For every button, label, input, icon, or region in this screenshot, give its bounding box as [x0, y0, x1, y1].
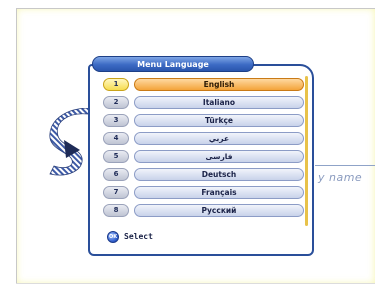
row-number: 4	[103, 132, 129, 145]
ok-button-icon: OK	[107, 231, 119, 243]
panel-title: Menu Language	[92, 56, 254, 72]
select-hint-label: Select	[124, 232, 153, 241]
language-row-english[interactable]: 1 English	[103, 78, 305, 91]
language-row-russian[interactable]: 8 Русский	[103, 204, 305, 217]
language-label: Deutsch	[134, 168, 304, 181]
row-number: 8	[103, 204, 129, 217]
language-label: Italiano	[134, 96, 304, 109]
frame-edge	[16, 8, 17, 284]
language-label: Türkçe	[134, 114, 304, 127]
language-row-turkce[interactable]: 3 Türkçe	[103, 114, 305, 127]
row-number: 1	[103, 78, 129, 91]
background-tagline: y name	[318, 171, 363, 184]
language-label: Français	[134, 186, 304, 199]
language-row-francais[interactable]: 7 Français	[103, 186, 305, 199]
frame-edge	[16, 8, 375, 9]
language-row-deutsch[interactable]: 6 Deutsch	[103, 168, 305, 181]
language-label: عربي	[134, 132, 304, 145]
language-label: فارسی	[134, 150, 304, 163]
language-label: English	[134, 78, 304, 91]
language-row-arabic[interactable]: 4 عربي	[103, 132, 305, 145]
list-scrollbar[interactable]	[305, 76, 308, 226]
background-line	[315, 165, 375, 166]
row-number: 5	[103, 150, 129, 163]
frame-edge	[16, 283, 375, 284]
tv-screen: y name Menu Language 1 English 2 Italian…	[0, 0, 375, 292]
row-number: 6	[103, 168, 129, 181]
language-row-italiano[interactable]: 2 Italiano	[103, 96, 305, 109]
row-number: 7	[103, 186, 129, 199]
row-number: 3	[103, 114, 129, 127]
row-number: 2	[103, 96, 129, 109]
language-label: Русский	[134, 204, 304, 217]
language-row-farsi[interactable]: 5 فارسی	[103, 150, 305, 163]
